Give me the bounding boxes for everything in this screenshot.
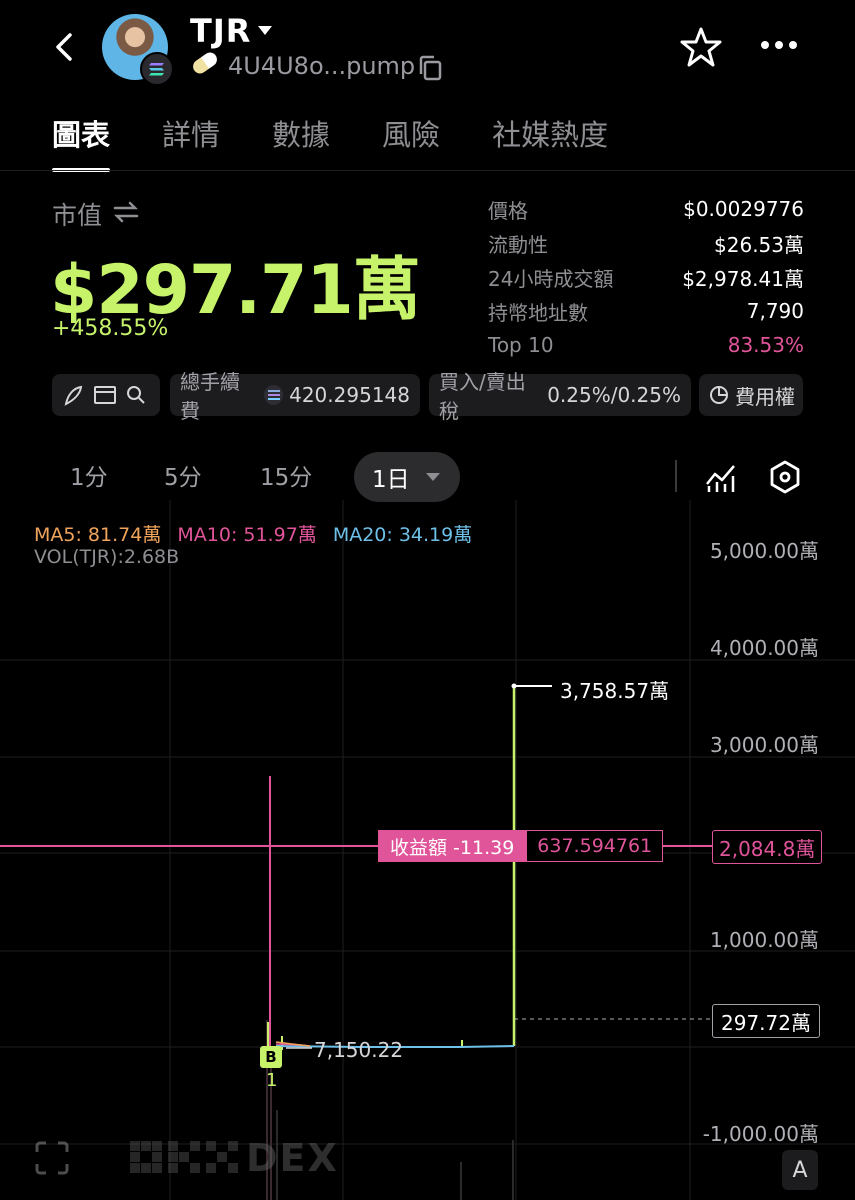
pie-clock-icon [710,386,728,404]
low-price-label: 7,150.22 [314,1038,404,1062]
volume-label: VOL(TJR):2.68B [34,546,180,568]
stat-label: 持幣地址數 [488,300,588,325]
total-fee-value: 420.295148 [289,383,410,407]
stat-value: 7,790 [746,299,804,323]
divider [675,460,677,492]
solana-icon [263,385,284,405]
profit-tag: 收益額 -11.39 637.594761 [378,830,664,862]
indicator-chart-icon[interactable] [704,460,738,494]
interval-5m[interactable]: 5分 [164,458,202,492]
stat-value: 83.53% [727,333,804,357]
watermark: DEX [34,1136,339,1180]
solana-chain-icon [140,52,174,86]
profit-value: 637.594761 [526,830,664,862]
ma5-label: MA5: 81.74萬 [34,524,162,546]
copy-icon[interactable] [418,55,442,81]
tax-chip[interactable]: 買入/賣出稅 0.25%/0.25% [429,370,691,423]
interval-active-label: 1日 [372,467,410,493]
search-icon[interactable] [126,385,146,405]
current-price-label: 297.72萬 [712,1004,820,1038]
dex-watermark: DEX [246,1136,339,1180]
stat-volume-24h: 24小時成交額 $2,978.41萬 [488,260,804,294]
star-favorite-icon[interactable] [680,26,722,68]
stat-label: 流動性 [488,232,548,257]
pump-pill-icon [190,49,220,77]
buy-marker[interactable]: B [260,1046,282,1068]
crosshair-price-label: 2,084.8萬 [712,830,823,864]
interval-15m[interactable]: 15分 [260,458,312,492]
tax-value: 0.25%/0.25% [547,383,681,407]
y-axis-label: 3,000.00萬 [709,733,819,757]
interval-dropdown[interactable]: 1日 [354,452,460,502]
profit-label: 收益額 -11.39 [378,830,527,862]
total-fee-chip[interactable]: 總手續費 420.295148 [170,370,420,423]
fee-rights-label: 費用權 [735,384,795,409]
stat-liquidity: 流動性 $26.53萬 [488,226,804,260]
contract-address: 4U4U8o...pump [228,52,416,80]
ma-legend: MA5: 81.74萬 MA10: 51.97萬 MA20: 34.19萬 [34,520,472,547]
back-arrow-icon[interactable] [48,30,82,64]
y-axis-label: 5,000.00萬 [709,539,819,563]
ma10-label: MA10: 51.97萬 [177,524,317,546]
more-options-icon[interactable] [760,40,798,50]
stat-value: $2,978.41萬 [682,266,804,291]
tab-chart[interactable]: 圖表 [52,112,111,172]
stat-label: Top 10 [488,333,554,357]
tab-details[interactable]: 詳情 [162,112,220,168]
buy-count: 1 [266,1070,278,1091]
fullscreen-icon[interactable] [34,1140,70,1176]
market-cap-label: 市值 [52,201,103,230]
detail-tabs: 圖表 詳情 數據 風險 社媒熱度 [52,112,660,172]
browser-window-icon[interactable] [94,385,116,405]
token-stats: 價格 $0.0029776 流動性 $26.53萬 24小時成交額 $2,978… [488,192,804,362]
fee-rights-chip[interactable]: 費用權 [699,374,803,416]
token-name[interactable]: TJR [190,12,251,50]
tax-label: 買入/賣出稅 [439,370,526,423]
tab-data[interactable]: 數據 [272,112,330,168]
high-dot [511,683,517,689]
market-cap-change: +458.55% [52,316,169,341]
y-axis-label: 1,000.00萬 [709,928,819,952]
stat-price: 價格 $0.0029776 [488,192,804,226]
divider [0,170,855,171]
stat-top10: Top 10 83.53% [488,328,804,362]
tab-risk[interactable]: 風險 [382,112,440,168]
feather-icon[interactable] [62,384,84,406]
y-axis-label: -1,000.00萬 [702,1122,819,1146]
settings-hexagon-icon[interactable] [768,460,802,494]
swap-arrows-icon[interactable] [112,200,140,224]
stat-label: 24小時成交額 [488,266,614,291]
chevron-down-icon[interactable] [258,26,272,36]
ma20-label: MA20: 34.19萬 [332,524,473,546]
stat-value: $26.53萬 [714,232,804,257]
y-axis-label: 4,000.00萬 [709,636,819,660]
chevron-down-icon [425,473,440,481]
auto-scale-button[interactable]: A [782,1150,818,1190]
stat-holders: 持幣地址數 7,790 [488,294,804,328]
quick-links-chip [52,374,160,416]
stat-label: 價格 [488,198,528,223]
stat-value: $0.0029776 [683,197,804,221]
high-price-label: 3,758.57萬 [560,679,670,703]
okx-logo [130,1141,238,1173]
total-fee-label: 總手續費 [180,370,240,423]
interval-1m[interactable]: 1分 [70,458,108,492]
tab-social-heat[interactable]: 社媒熱度 [492,112,608,168]
